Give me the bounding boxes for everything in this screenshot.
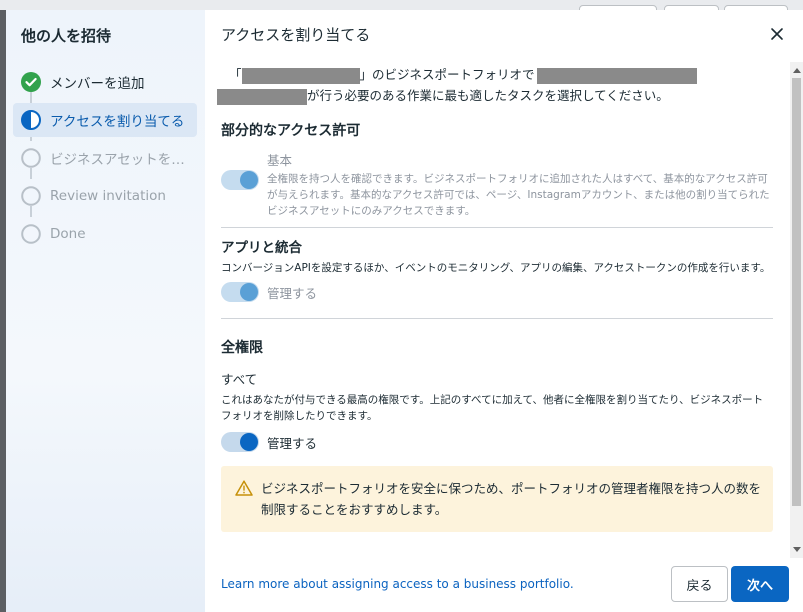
steps-list: メンバーを追加 アクセスを割り当てる ビジネスアセットを割... Review … — [6, 65, 205, 251]
admin-warning-box: ビジネスポートフォリオを安全に保つため、ポートフォリオの管理者権限を持つ人の数を… — [221, 466, 773, 532]
sidebar-title: 他の人を招待 — [21, 27, 112, 45]
warning-text: ビジネスポートフォリオを安全に保つため、ポートフォリオの管理者権限を持つ人の数を… — [261, 481, 762, 517]
toggle-knob — [240, 283, 258, 301]
apps-integrations-description: コンバージョンAPIを設定するほか、イベントのモニタリング、アプリの編集、アクセ… — [221, 262, 771, 274]
empty-circle-icon — [21, 148, 41, 168]
invite-dialog: 他の人を招待 メンバーを追加 アクセスを割り当てる ビジネスアセットを割... … — [6, 10, 803, 612]
all-access-title: すべて — [221, 372, 258, 387]
close-icon[interactable] — [767, 24, 787, 44]
redacted-portfolio-name — [241, 67, 360, 84]
all-manage-row: 管理する — [221, 432, 773, 452]
back-button[interactable]: 戻る — [671, 566, 728, 602]
next-button[interactable]: 次へ — [731, 566, 789, 602]
step-label: メンバーを追加 — [50, 76, 145, 92]
sidebar: 他の人を招待 メンバーを追加 アクセスを割り当てる ビジネスアセットを割... … — [6, 10, 205, 612]
main-panel: アクセスを割り当てる 「」のビジネスポートフォリオで が行う必要のある作業に最も適… — [205, 10, 803, 612]
step-add-members[interactable]: メンバーを追加 — [13, 65, 197, 99]
full-access-title: 全権限 — [221, 340, 263, 356]
step-label: Done — [50, 226, 86, 242]
vertical-scrollbar[interactable] — [790, 62, 803, 558]
scroll-content[interactable]: 「」のビジネスポートフォリオで が行う必要のある作業に最も適したタスクを選択してく… — [205, 58, 789, 556]
redacted-member-name — [217, 88, 307, 105]
scroll-down-arrow[interactable] — [793, 547, 801, 552]
partial-access-title: 部分的なアクセス許可 — [221, 123, 361, 139]
all-access-description: これはあなたが付与できる最高の権限です。上記のすべてに加えて、他者に全権限を割り… — [221, 394, 764, 422]
apps-manage-toggle[interactable] — [221, 282, 259, 302]
apps-integrations-title: アプリと統合 — [221, 240, 302, 256]
divider — [221, 318, 773, 319]
page-title: アクセスを割り当てる — [221, 25, 371, 44]
dialog-footer: Learn more about assigning access to a b… — [205, 556, 803, 612]
intro-text: 「」のビジネスポートフォリオで が行う必要のある作業に最も適したタスクを選択してく… — [217, 64, 773, 106]
redacted-member-name — [536, 67, 697, 84]
all-manage-toggle[interactable] — [221, 432, 259, 452]
divider — [221, 227, 773, 228]
step-label: Review invitation — [50, 188, 166, 204]
step-assign-access[interactable]: アクセスを割り当てる — [13, 103, 197, 137]
step-assign-assets[interactable]: ビジネスアセットを割... — [13, 141, 197, 175]
half-circle-icon — [21, 110, 41, 130]
apps-manage-label: 管理する — [267, 285, 318, 301]
warning-triangle-icon — [235, 480, 253, 496]
basic-permission: 基本 全権限を持つ人を確認できます。ビジネスポートフォリオに追加された人はすべて… — [221, 150, 773, 219]
check-circle-icon — [21, 72, 41, 92]
dialog-header: アクセスを割り当てる — [205, 10, 803, 58]
basic-description: 全権限を持つ人を確認できます。ビジネスポートフォリオに追加された人はすべて、基本… — [267, 173, 770, 217]
toggle-knob — [240, 433, 258, 451]
learn-more-link[interactable]: Learn more about assigning access to a b… — [221, 577, 574, 591]
empty-circle-icon — [21, 224, 41, 244]
empty-circle-icon — [21, 186, 41, 206]
apps-manage-row: 管理する — [221, 282, 773, 302]
basic-label: 基本 — [267, 153, 293, 168]
step-label: アクセスを割り当てる — [50, 114, 185, 130]
step-done[interactable]: Done — [13, 217, 197, 251]
scroll-thumb[interactable] — [792, 78, 801, 506]
basic-toggle — [221, 170, 259, 190]
scroll-up-arrow[interactable] — [793, 68, 801, 73]
step-review-invitation[interactable]: Review invitation — [13, 179, 197, 213]
step-label: ビジネスアセットを割... — [50, 152, 197, 168]
toggle-knob — [240, 171, 258, 189]
all-manage-label: 管理する — [267, 435, 318, 451]
